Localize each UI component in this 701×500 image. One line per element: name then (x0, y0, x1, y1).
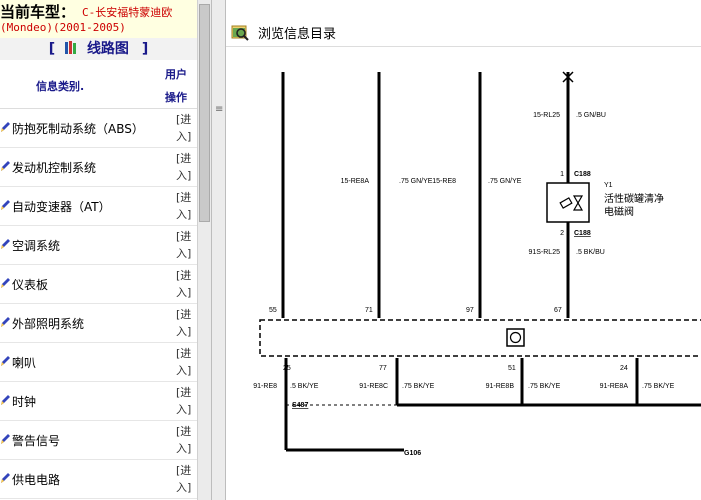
pencil-icon (1, 239, 10, 249)
wire-color-label: .75 GN/YE (399, 178, 433, 185)
list-item[interactable]: 供电电路 [进入] (0, 460, 197, 499)
wire-circuit-label: 15-RE8 (432, 178, 456, 185)
list-item-label: 自动变速器（AT） (12, 200, 111, 214)
list-item-label: 警告信号 (12, 434, 61, 448)
solenoid-valve (546, 182, 590, 223)
title-bracket-right: ] (141, 41, 149, 57)
enter-link[interactable]: [进入] (176, 384, 194, 418)
category-table-header: 信息类别. 用户 操作 (0, 60, 197, 109)
list-item[interactable]: 防抱死制动系统（ABS） [进入] (0, 109, 197, 148)
connector-label: C188 (574, 171, 591, 178)
enter-link[interactable]: [进入] (176, 228, 194, 262)
enter-link[interactable]: [进入] (176, 189, 194, 223)
splitter-grip-icon[interactable]: ≡ (215, 104, 223, 115)
scrollbar-thumb[interactable] (199, 4, 210, 222)
pencil-icon (1, 122, 10, 132)
wire-circuit-label: 91-RE8C (359, 383, 388, 390)
enter-link[interactable]: [进入] (176, 267, 194, 301)
enter-link[interactable]: [进入] (176, 423, 194, 457)
wire-circuit-label: 91-RE8A (600, 383, 629, 390)
title-bracket-left: [ (48, 41, 56, 57)
left-panel: 当前车型： C-长安福特蒙迪欧 (Mondeo)(2001-2005) [ 线路… (0, 0, 197, 500)
component-id: Y1 (604, 182, 613, 189)
module-icon (506, 328, 525, 347)
wire-circuit-label: 91-RE8B (486, 383, 515, 390)
pencil-icon (1, 395, 10, 405)
pin-number: 97 (466, 307, 474, 314)
category-list: 防抱死制动系统（ABS） [进入] 发动机控制系统 [进入] 自动变速器（AT）… (0, 109, 197, 499)
pencil-icon (1, 473, 10, 483)
pin-number: 51 (508, 365, 516, 372)
list-item-label: 空调系统 (12, 239, 61, 253)
section-title-text: 线路图 (86, 41, 129, 57)
wire-color-label: .75 BK/YE (528, 383, 561, 390)
wire-circuit-label: 91-RE8 (253, 383, 277, 390)
section-title: [ 线路图 ] (0, 38, 197, 60)
enter-link[interactable]: [进入] (176, 462, 194, 496)
wire-color-label: .5 GN/BU (576, 112, 606, 119)
list-item[interactable]: 外部照明系统 [进入] (0, 304, 197, 343)
pin-number: 1 (560, 171, 564, 178)
pin-number: 24 (620, 365, 628, 372)
list-item[interactable]: 发动机控制系统 [进入] (0, 148, 197, 187)
vehicle-years: (Mondeo)(2001-2005) (0, 21, 126, 34)
vehicle-model: C-长安福特蒙迪欧 (82, 6, 173, 19)
list-item[interactable]: 喇叭 [进入] (0, 343, 197, 382)
browse-title: 浏览信息目录 (258, 27, 337, 42)
list-item[interactable]: 自动变速器（AT） [进入] (0, 187, 197, 226)
list-item[interactable]: 时钟 [进入] (0, 382, 197, 421)
list-item-label: 供电电路 (12, 473, 61, 487)
pencil-icon (1, 317, 10, 327)
vehicle-label: 当前车型： (0, 3, 76, 21)
column-info-category: 信息类别. (36, 80, 85, 93)
column-user: 用户 (165, 68, 187, 81)
list-item-label: 外部照明系统 (12, 317, 85, 331)
book-icon (65, 41, 77, 54)
list-item-label: 时钟 (12, 395, 37, 409)
list-item-label: 发动机控制系统 (12, 161, 97, 175)
control-module (259, 319, 701, 357)
column-operation: 操作 (165, 91, 187, 104)
splice-label: S487 (292, 402, 308, 409)
pencil-icon (1, 356, 10, 366)
enter-link[interactable]: [进入] (176, 150, 194, 184)
pencil-icon (1, 200, 10, 210)
ground-label: G106 (404, 450, 421, 457)
browse-header: 浏览信息目录 (226, 18, 701, 47)
pin-number: 2 (560, 230, 564, 237)
wiring-diagram: 15-RE8A .75 GN/YE 15-RE8 .75 GN/YE 15-RL… (253, 71, 701, 457)
enter-link[interactable]: [进入] (176, 345, 194, 379)
pin-number: 55 (269, 307, 277, 314)
pin-number: 67 (554, 307, 562, 314)
wire-color-label: .5 BK/YE (290, 383, 319, 390)
component-name: 电磁阀 (604, 205, 634, 218)
list-item-label: 防抱死制动系统（ABS） (12, 122, 144, 136)
pencil-icon (1, 278, 10, 288)
wire-color-label: .5 BK/BU (576, 249, 605, 256)
magnifier-folder-icon (231, 25, 249, 41)
component-name: 活性碳罐清净 (604, 192, 664, 205)
enter-link[interactable]: [进入] (176, 306, 194, 340)
pin-number: 77 (379, 365, 387, 372)
enter-link[interactable]: [进入] (176, 111, 194, 145)
connector-label: C188 (574, 230, 591, 237)
list-item[interactable]: 仪表板 [进入] (0, 265, 197, 304)
list-item-label: 喇叭 (12, 356, 37, 370)
wire-color-label: .75 GN/YE (488, 178, 522, 185)
pencil-icon (1, 161, 10, 171)
pin-number: 71 (365, 307, 373, 314)
wire-circuit-label: 15-RE8A (341, 178, 370, 185)
wire-circuit-label: 15-RL25 (533, 112, 560, 119)
wire-color-label: .75 BK/YE (642, 383, 675, 390)
list-item[interactable]: 空调系统 [进入] (0, 226, 197, 265)
list-item[interactable]: 警告信号 [进入] (0, 421, 197, 460)
pane-splitter[interactable]: ≡ (211, 0, 226, 500)
current-vehicle-banner: 当前车型： C-长安福特蒙迪欧 (Mondeo)(2001-2005) (0, 0, 197, 39)
pencil-icon (1, 434, 10, 444)
wire-circuit-label: 91S-RL25 (528, 249, 560, 256)
wire-color-label: .75 BK/YE (402, 383, 435, 390)
sidebar-scrollbar[interactable] (197, 0, 212, 500)
list-item-label: 仪表板 (12, 278, 49, 292)
